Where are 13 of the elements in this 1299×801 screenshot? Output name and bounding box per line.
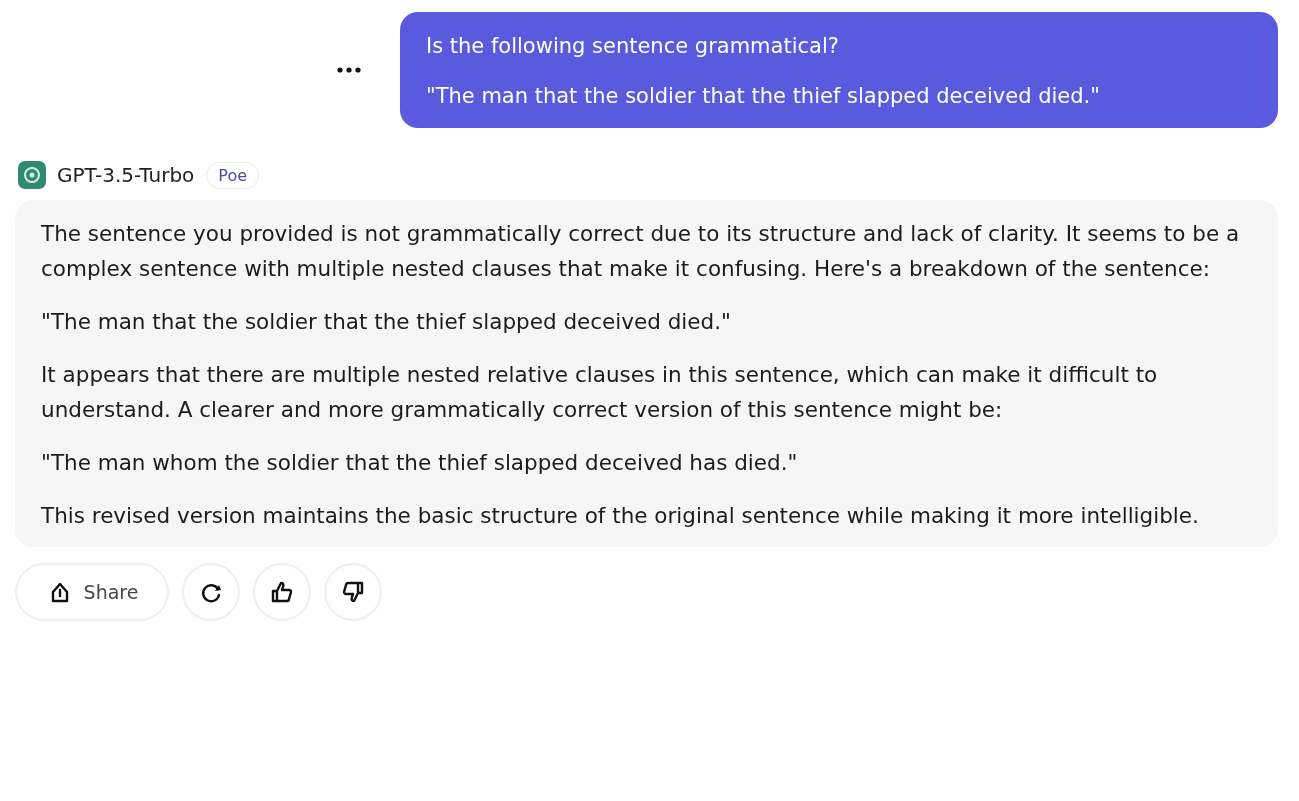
response-paragraph: It appears that there are multiple nested relative clauses in this sentence, which can make it difficult to understand. A clearer and more grammatically correct version of this sentence might be: [41,361,1159,424]
response-paragraph: "The man whom the soldier that the thief slapped deceived has died." [41,449,799,477]
bot-avatar-icon [17,160,47,190]
response-paragraph: "The man that the soldier that the thief slapped deceived died." [41,308,732,336]
thumbs-up-icon [270,580,294,604]
more-icon[interactable] [336,66,362,74]
thumbs-down-icon [341,580,365,604]
share-button[interactable]: Share [15,563,169,621]
message-text: Is the following sentence grammatical? [426,33,840,60]
response-paragraph: This revised version maintains the basic structure of the original sentence while making it more intelligible. [41,502,1200,530]
bot-name: GPT-3.5-Turbo [57,163,195,187]
response-paragraph: The sentence you provided is not grammatically correct due to its structure and lack of clarity. It seems to be a complex sentence with multiple nested clauses that make it confusing. Here's a breakdown of the sentence: [41,220,1241,283]
message-text: "The man that the soldier that the thief slapped deceived died." [426,83,1101,110]
